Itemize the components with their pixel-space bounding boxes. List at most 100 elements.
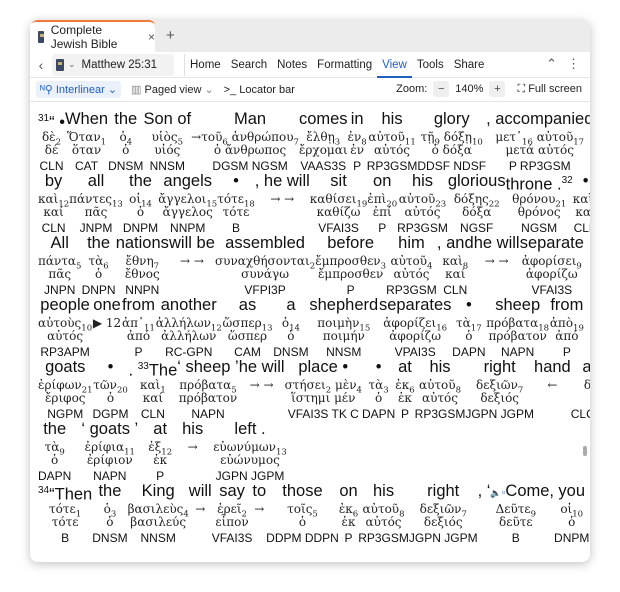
word-column[interactable]: his → [182, 418, 203, 484]
word-column[interactable]: his αὐτοῦ8 αὐτός RP3GSM [358, 480, 409, 546]
word-column[interactable]: you οἱ10 ὁ DNPM [554, 480, 589, 546]
word-column[interactable]: in ἐν8 ἐν P [348, 108, 367, 174]
menu-home[interactable]: Home [185, 52, 226, 78]
word-column[interactable]: the τὰ6 ὁ DNPN [82, 232, 116, 298]
word-column[interactable]: • τὰ3 ὁ DAPN [362, 356, 395, 422]
word-column[interactable]: sit καθίσει19 καθίζω VFAI3S [310, 170, 367, 236]
menu-view[interactable]: View [377, 52, 412, 78]
word-column[interactable]: King βασιλεὺς4 βασιλεύς NNSM [128, 480, 189, 546]
word-column[interactable]: say ἐρεῖ2 εἶπον VFAI3S [212, 480, 253, 546]
close-tab-icon[interactable]: × [148, 30, 155, 44]
word-column[interactable]: the ὁ4 ὁ DNSM [108, 108, 143, 174]
word-column[interactable]: ‘ sheep ’ πρόβατα5 πρόβατον NAPN [177, 356, 238, 422]
word-column[interactable]: Man τοῦ6 ἀνθρώπου7 ὁ ἄνθρωπος DGSM NGSM [201, 108, 299, 174]
word-column[interactable]: separates ἀφορίζει16 ἀφορίζω VPAI3S [379, 294, 451, 360]
word-column[interactable]: , accompanied μετ᾽16 αὐτοῦ17 μετά αὐτός P R… [486, 108, 590, 174]
more-icon[interactable]: ⋮ [567, 56, 580, 72]
english-text: goats [45, 356, 85, 378]
word-column[interactable]: he will → → [239, 356, 285, 422]
word-column[interactable]: hand ← [534, 356, 571, 422]
word-column[interactable]: one ▶ 12 [93, 294, 121, 360]
word-column[interactable]: glory τῇ9 δόξῃ10 ὁ δόξα DDSF NDSF [417, 108, 486, 174]
word-column[interactable]: by καὶ12 καί CLN [38, 170, 69, 236]
word-column[interactable]: at ἐξ12 ἐκ P [148, 418, 172, 484]
word-column[interactable]: shepherd ποιμὴν15 ποιμήν NNSM [309, 294, 378, 360]
chevron-down-icon[interactable]: ⌄ [68, 59, 76, 70]
word-column[interactable]: all πάντες13 πᾶς JNPM [69, 170, 123, 236]
collapse-icon[interactable]: ⌃ [546, 56, 557, 72]
word-column[interactable]: Son of υἱὸς5 υἱός NNSM [143, 108, 191, 174]
menu-notes[interactable]: Notes [272, 52, 312, 78]
word-column[interactable]: his αὐτοῦ11 αὐτός RP3GSM [367, 108, 418, 174]
word-column[interactable]: ‘ goats ’ ἐρίφια11 ἐρίφιον NAPN [81, 418, 138, 484]
word-column[interactable]: a ὁ14 ὁ DNSM [273, 294, 308, 360]
word-column[interactable]: throne .32 θρόνου21 θρόνος NGSM [506, 170, 573, 236]
menu-search[interactable]: Search [226, 52, 272, 78]
word-column[interactable]: from ἀπὸ19 ἀπό P [550, 294, 584, 360]
word-column[interactable]: the ὁ3 ὁ DNSM [92, 480, 127, 546]
word-column[interactable]: to → [252, 480, 266, 546]
back-button[interactable]: ‹ [30, 57, 52, 73]
word-column[interactable]: • τὰ17 ὁ DAPN [452, 294, 485, 360]
word-column[interactable]: will be → → [169, 232, 215, 298]
word-column[interactable]: as ὥσπερ13 ὥσπερ CAM [223, 294, 273, 360]
word-column[interactable]: at ἐκ6 ἐκ P [395, 356, 414, 422]
word-column[interactable]: sheep πρόβατα18 πρόβατον NAPN [486, 294, 549, 360]
word-column[interactable]: place • στήσει2 μὲν4 ἵστημι μέν VFAI3S TK C [285, 356, 362, 422]
word-column[interactable]: the οἱ14 ὁ DNPM [123, 170, 158, 236]
word-column[interactable]: •καὶ1καίCLN [573, 170, 590, 236]
word-column[interactable]: his αὐτοῦ8 αὐτός RP3GSM [415, 356, 466, 422]
word-column[interactable]: those τοῖς5 ὁ DDPM DDPN [266, 480, 339, 546]
word-column[interactable]: goats ἐρίφων21 ἔριφος NGPM [38, 356, 93, 422]
reference-input[interactable]: Matthew 25:31 [82, 59, 157, 71]
word-column[interactable]: • τῶν20 ὁ DGPM [93, 356, 129, 422]
full-screen-button[interactable]: ⛶ Full screen [517, 83, 582, 96]
audio-person-icon[interactable]: 🔈⁸ [490, 488, 505, 498]
word-column[interactable]: comes ἔλθῃ3 ἔρχομαι VAAS3S [299, 108, 348, 174]
interlinear-dropdown[interactable]: ᴺ⚲ Interlinear ⌄ [36, 81, 122, 98]
word-column[interactable]: right δεξιῶν7 δεξιός JGPN JGPM [409, 480, 478, 546]
word-column[interactable]: before ἔμπροσθεν3 ἔμπροσθεν P [315, 232, 386, 298]
word-column[interactable]: assembled συναχθήσονται2 συνάγω VFPI3P [215, 232, 315, 298]
word-column[interactable]: people αὐτοὺς10 αὐτός RP3APM [38, 294, 92, 360]
zoom-in-button[interactable]: + [489, 81, 506, 97]
word-column[interactable]: , he will → → [255, 170, 310, 236]
menu-tools[interactable]: Tools [412, 52, 449, 78]
tab-complete-jewish-bible[interactable]: Complete Jewish Bible × [30, 20, 155, 52]
word-column[interactable]: his αὐτοῦ23 αὐτός RP3GSM [397, 170, 448, 236]
word-column[interactable]: → [191, 108, 201, 174]
word-column[interactable]: , ‘🔈⁸Come, Δεῦτε9 δεῦτε B [478, 480, 554, 546]
word-column[interactable]: 34“Then τότε1 τότε B [38, 480, 92, 546]
word-order-number: 10 [471, 137, 483, 148]
word-column[interactable]: When Ὅταν1 ὅταν CAT [65, 108, 108, 174]
word-column[interactable]: and δὲ10δέCLC CLK [571, 356, 590, 422]
word-column[interactable]: left . εὐωνύμων13 εὐώνυμος JGPN JGPM [213, 418, 287, 484]
locator-bar-button[interactable]: >_ Locator bar [224, 84, 295, 96]
word-column[interactable]: he will → → [474, 232, 520, 298]
paged-view-dropdown[interactable]: ▥ Paged view ⌄ [131, 83, 214, 96]
word-column[interactable]: 31“ • δὲ2 δέ CLN [38, 108, 65, 174]
word-column[interactable]: angels ἄγγελοι15 ἄγγελος NNPM [158, 170, 217, 236]
zoom-out-button[interactable]: − [433, 81, 450, 97]
word-column[interactable]: from ἀπ᾽11 ἀπό P [122, 294, 155, 360]
word-column[interactable]: right δεξιῶν7 δεξιός JGPN JGPM [465, 356, 534, 422]
menu-share[interactable]: Share [449, 52, 490, 78]
word-column[interactable]: separate ἀφορίσει9 ἀφορίζω VFAI3S [520, 232, 584, 298]
new-tab-button[interactable]: + [166, 27, 175, 44]
reference-box[interactable]: ⌄ Matthew 25:31 [52, 53, 174, 76]
word-column[interactable]: will → [189, 480, 212, 546]
word-column[interactable]: another ἀλλήλων12 ἀλλήλων RC-GPN [156, 294, 222, 360]
word-column[interactable]: glorious δόξης22 δόξα NGSF [448, 170, 506, 236]
word-column[interactable]: on ἐπὶ20 ἐπί P [367, 170, 397, 236]
word-column[interactable]: the τὰ9 ὁ DAPN [38, 418, 71, 484]
word-column[interactable]: . 33The καὶ1 καί CLN [129, 356, 178, 422]
english-word: will be [169, 234, 215, 252]
word-column[interactable]: • τότε18 τότε B [217, 170, 255, 236]
word-column[interactable]: on ἐκ6 ἐκ P [339, 480, 358, 546]
menu-formatting[interactable]: Formatting [312, 52, 377, 78]
word-column[interactable]: All πάντα5 πᾶς JNPN [38, 232, 81, 298]
word-column[interactable]: him αὐτοῦ4 αὐτός RP3GSM [386, 232, 437, 298]
word-column[interactable]: nations ἔθνη7 ἔθνος NNPN [116, 232, 169, 298]
scrollbar[interactable] [583, 446, 587, 456]
word-column[interactable]: , and καὶ8 καί CLN [437, 232, 474, 298]
